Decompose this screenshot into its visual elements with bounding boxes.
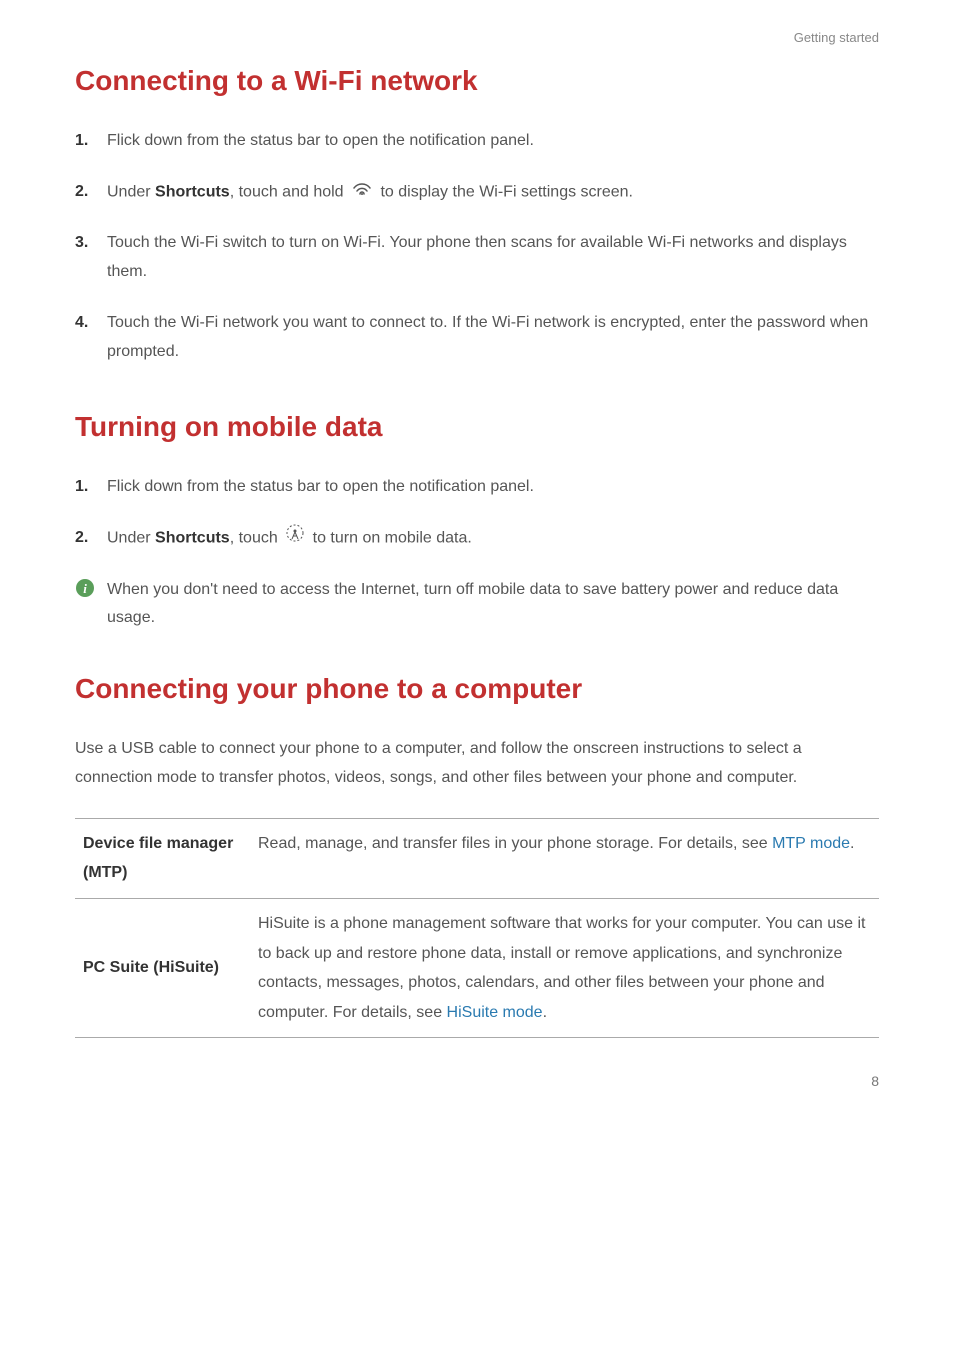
desc-text: . bbox=[543, 1004, 547, 1021]
desc-text: HiSuite is a phone management software t… bbox=[258, 915, 865, 1021]
wifi-icon bbox=[352, 178, 372, 207]
table-label: Device file manager (MTP) bbox=[75, 818, 250, 898]
step-number: 1. bbox=[75, 127, 88, 156]
step-item: 4. Touch the Wi-Fi network you want to c… bbox=[75, 309, 879, 367]
step-bold: Shortcuts bbox=[155, 530, 230, 547]
antenna-icon bbox=[286, 524, 304, 553]
table-label: PC Suite (HiSuite) bbox=[75, 899, 250, 1038]
connection-modes-table: Device file manager (MTP) Read, manage, … bbox=[75, 818, 879, 1039]
step-item: 1. Flick down from the status bar to ope… bbox=[75, 473, 879, 502]
step-text: Flick down from the status bar to open t… bbox=[107, 132, 534, 149]
breadcrumb: Getting started bbox=[75, 30, 879, 45]
step-number: 2. bbox=[75, 178, 88, 207]
step-text: to turn on mobile data. bbox=[308, 530, 472, 547]
page-number: 8 bbox=[75, 1073, 879, 1089]
step-text: , touch bbox=[230, 530, 282, 547]
step-text: , touch and hold bbox=[230, 183, 348, 200]
table-desc: HiSuite is a phone management software t… bbox=[250, 899, 879, 1038]
table-row: PC Suite (HiSuite) HiSuite is a phone ma… bbox=[75, 899, 879, 1038]
step-text: Flick down from the status bar to open t… bbox=[107, 478, 534, 495]
step-number: 4. bbox=[75, 309, 88, 338]
section-title-computer: Connecting your phone to a computer bbox=[75, 673, 879, 705]
link-hisuite-mode[interactable]: HiSuite mode bbox=[447, 1004, 543, 1021]
table-row: Device file manager (MTP) Read, manage, … bbox=[75, 818, 879, 898]
step-text: Touch the Wi-Fi switch to turn on Wi-Fi.… bbox=[107, 234, 847, 280]
step-bold: Shortcuts bbox=[155, 183, 230, 200]
section-title-mobile-data: Turning on mobile data bbox=[75, 411, 879, 443]
link-mtp-mode[interactable]: MTP mode bbox=[772, 835, 850, 852]
section-title-wifi: Connecting to a Wi-Fi network bbox=[75, 65, 879, 97]
step-text: Under bbox=[107, 530, 155, 547]
step-text: to display the Wi-Fi settings screen. bbox=[376, 183, 633, 200]
step-number: 2. bbox=[75, 524, 88, 553]
desc-text: Read, manage, and transfer files in your… bbox=[258, 835, 772, 852]
table-desc: Read, manage, and transfer files in your… bbox=[250, 818, 879, 898]
step-text: Touch the Wi-Fi network you want to conn… bbox=[107, 314, 868, 360]
step-number: 3. bbox=[75, 229, 88, 258]
step-item: 2. Under Shortcuts, touch to turn on mob… bbox=[75, 524, 879, 553]
step-item: 1. Flick down from the status bar to ope… bbox=[75, 127, 879, 156]
note-text: When you don't need to access the Intern… bbox=[107, 581, 838, 627]
svg-text:i: i bbox=[83, 581, 87, 596]
info-icon: i bbox=[75, 578, 95, 609]
desc-text: . bbox=[850, 835, 854, 852]
step-text: Under bbox=[107, 183, 155, 200]
step-number: 1. bbox=[75, 473, 88, 502]
info-note: i When you don't need to access the Inte… bbox=[75, 576, 879, 634]
step-item: 2. Under Shortcuts, touch and hold to di… bbox=[75, 178, 879, 207]
step-item: 3. Touch the Wi-Fi switch to turn on Wi-… bbox=[75, 229, 879, 287]
section-paragraph: Use a USB cable to connect your phone to… bbox=[75, 735, 879, 793]
